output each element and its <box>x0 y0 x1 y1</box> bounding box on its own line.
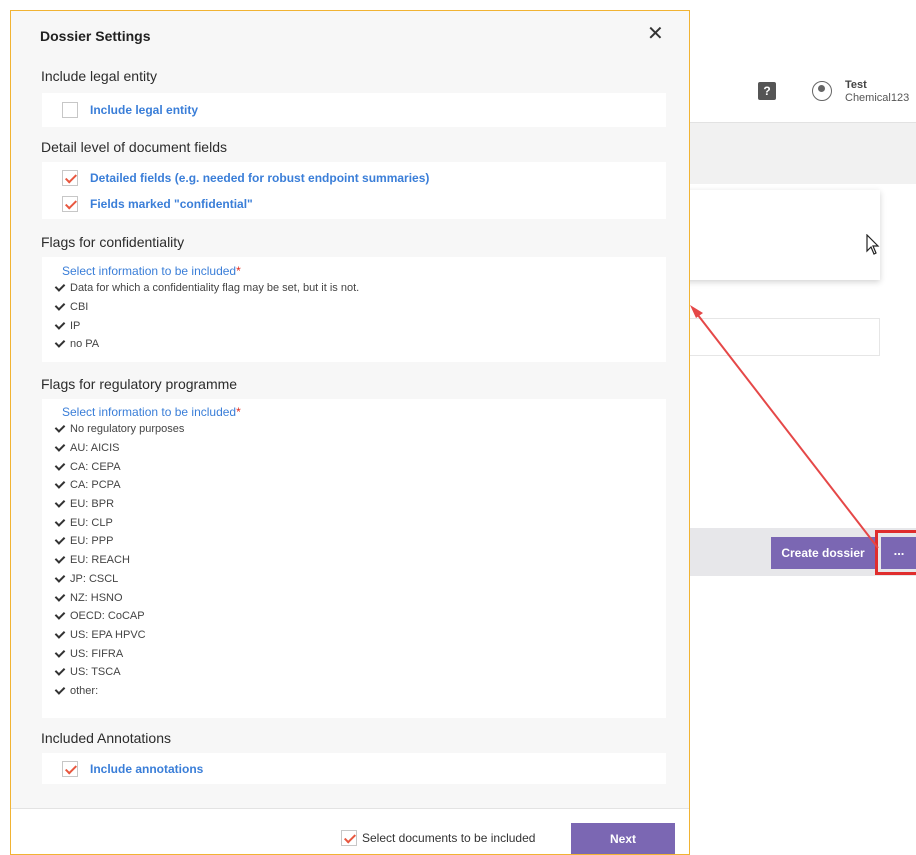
list-item[interactable]: No regulatory purposes <box>54 420 184 439</box>
check-icon <box>54 497 66 508</box>
confidential-fields-label: Fields marked "confidential" <box>90 197 253 211</box>
panel-detail-level: Detailed fields (e.g. needed for robust … <box>42 162 666 219</box>
section-title-detail-level: Detail level of document fields <box>41 139 227 155</box>
check-icon <box>54 553 66 564</box>
list-item[interactable]: no PA <box>54 335 359 354</box>
confidential-fields-checkbox[interactable] <box>62 196 78 212</box>
legal-entity-label: Include legal entity <box>90 103 199 117</box>
check-icon <box>54 318 66 330</box>
section-title-annotations: Included Annotations <box>41 730 171 746</box>
check-icon <box>54 300 66 311</box>
mouse-cursor-icon <box>866 234 880 255</box>
dialog-title: Dossier Settings <box>40 28 151 44</box>
check-icon <box>54 590 66 602</box>
list-item[interactable]: EU: BPR <box>54 495 184 514</box>
list-item[interactable]: CA: PCPA <box>54 476 184 495</box>
panel-legal-entity: Include legal entity <box>42 93 666 127</box>
select-documents-checkbox[interactable] <box>341 830 357 846</box>
check-icon <box>54 609 66 621</box>
dialog-header: Dossier Settings ✕ <box>11 11 689 57</box>
detailed-fields-label: Detailed fields (e.g. needed for robust … <box>90 171 430 185</box>
list-item[interactable]: US: FIFRA <box>54 644 184 663</box>
check-icon <box>54 478 66 490</box>
list-item[interactable]: other: <box>54 682 184 701</box>
check-icon <box>54 572 66 583</box>
dossier-settings-dialog: Dossier Settings ✕ Include legal entity … <box>10 10 690 855</box>
list-item[interactable]: JP: CSCL <box>54 570 184 589</box>
check-icon <box>54 422 66 434</box>
select-documents-label: Select documents to be included <box>362 831 536 845</box>
list-item[interactable]: CA: CEPA <box>54 457 184 476</box>
panel-confidentiality[interactable]: Select information to be included* Data … <box>42 257 666 362</box>
check-icon <box>54 281 66 293</box>
include-annotations-checkbox[interactable] <box>62 761 78 777</box>
check-icon <box>54 459 66 471</box>
next-button[interactable]: Next <box>571 823 675 854</box>
required-mark: * <box>236 405 241 419</box>
select-documents-option[interactable]: Select documents to be included <box>341 830 535 846</box>
include-annotations-option[interactable]: Include annotations <box>62 759 203 779</box>
legal-entity-checkbox[interactable] <box>62 102 78 118</box>
list-item[interactable]: CBI <box>54 298 359 317</box>
create-dossier-button[interactable]: Create dossier <box>771 537 875 569</box>
dialog-footer: Select documents to be included Next <box>11 808 689 854</box>
confidentiality-list: Data for which a confidentiality flag ma… <box>54 279 359 354</box>
panel-annotations: Include annotations <box>42 753 666 784</box>
detailed-fields-checkbox[interactable] <box>62 170 78 186</box>
list-item[interactable]: US: EPA HPVC <box>54 626 184 645</box>
detailed-fields-option[interactable]: Detailed fields (e.g. needed for robust … <box>62 168 429 188</box>
check-icon <box>54 515 66 527</box>
list-item[interactable]: EU: CLP <box>54 513 184 532</box>
check-icon <box>54 665 66 677</box>
user-name: Test <box>845 79 867 91</box>
close-icon[interactable]: ✕ <box>647 24 664 44</box>
section-title-regulatory: Flags for regulatory programme <box>41 376 238 392</box>
panel-regulatory[interactable]: Select information to be included* No re… <box>42 399 666 718</box>
check-icon <box>54 628 66 639</box>
help-icon[interactable]: ? <box>758 82 776 100</box>
legal-entity-option[interactable]: Include legal entity <box>62 100 198 120</box>
list-item[interactable]: US: TSCA <box>54 663 184 682</box>
regulatory-select-label: Select information to be included* <box>62 405 241 419</box>
section-title-confidentiality: Flags for confidentiality <box>41 234 185 250</box>
user-organization: Chemical123 <box>845 92 910 104</box>
list-item[interactable]: IP <box>54 316 359 335</box>
list-item[interactable]: EU: PPP <box>54 532 184 551</box>
check-icon <box>54 684 66 695</box>
list-item[interactable]: Data for which a confidentiality flag ma… <box>54 279 359 298</box>
confidentiality-select-label: Select information to be included* <box>62 264 241 278</box>
list-item[interactable]: EU: REACH <box>54 551 184 570</box>
user-avatar-icon[interactable] <box>812 81 832 101</box>
list-item[interactable]: AU: AICIS <box>54 439 184 458</box>
check-icon <box>54 534 66 546</box>
background-field-strip <box>660 318 880 356</box>
check-icon <box>54 441 66 452</box>
required-mark: * <box>236 264 241 278</box>
background-card <box>660 190 880 280</box>
check-icon <box>54 337 66 349</box>
list-item[interactable]: NZ: HSNO <box>54 588 184 607</box>
include-annotations-label: Include annotations <box>90 762 204 776</box>
confidential-fields-option[interactable]: Fields marked "confidential" <box>62 194 253 214</box>
highlight-box <box>875 530 916 575</box>
check-icon <box>54 646 66 658</box>
list-item[interactable]: OECD: CoCAP <box>54 607 184 626</box>
regulatory-list: No regulatory purposes AU: AICIS CA: CEP… <box>54 420 184 700</box>
section-title-legal-entity: Include legal entity <box>41 68 157 84</box>
background-toolbar-band <box>660 122 916 184</box>
